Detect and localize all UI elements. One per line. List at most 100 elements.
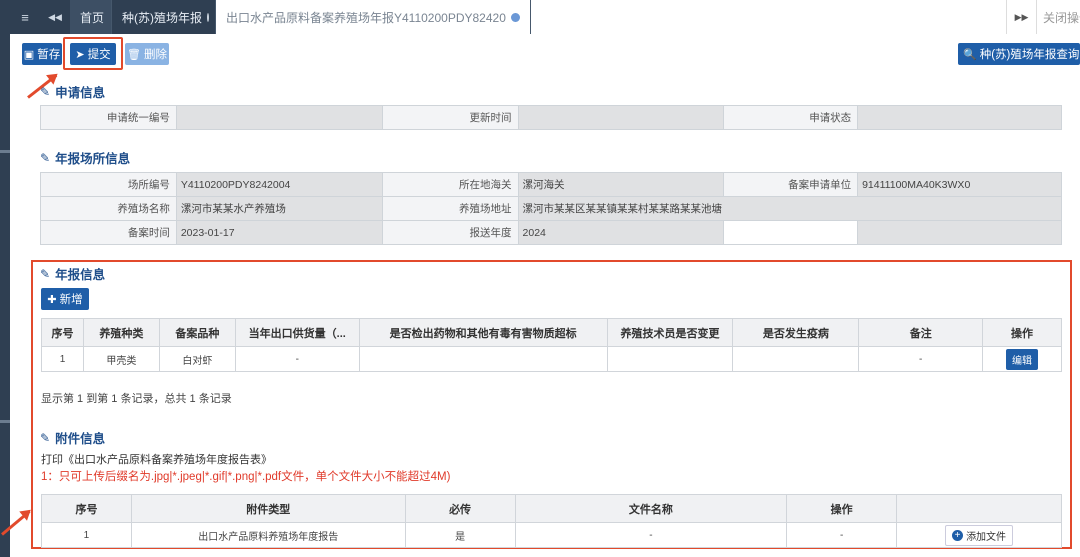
field-value [517, 105, 725, 130]
edit-icon: ✎ [40, 430, 51, 445]
cell-no: 1 [41, 346, 84, 372]
add-label: 新增 [59, 294, 83, 306]
add-file-label: 添加文件 [966, 531, 1007, 543]
field-label: 备案时间 [40, 220, 177, 245]
add-record-button[interactable]: ✚ 新增 [41, 288, 89, 310]
field-label: 备案申请单位 [723, 172, 859, 197]
tab-bar: ≡ ◀◀ 首页 种(苏)殖场年报 出口水产品原料备案养殖场年报Y4110200P… [10, 0, 1080, 34]
left-edge-strip [0, 0, 10, 557]
section-apply-info: ✎ 申请信息 [40, 82, 105, 101]
field-label: 更新时间 [381, 105, 519, 130]
cell-action: + 添加文件 [896, 522, 1062, 548]
table-row: 1 甲壳类 白对虾 - - 编辑 [41, 346, 1062, 372]
tab-home[interactable]: 首页 [70, 0, 112, 34]
col-header: 文件名称 [514, 494, 788, 523]
field-label: 所在地海关 [381, 172, 519, 197]
tab-prev-icon[interactable]: ◀◀ [40, 0, 70, 34]
field-value [857, 105, 1062, 130]
field-value: 91411100MA40K3WX0 [857, 172, 1062, 197]
cell-kind: 甲壳类 [82, 346, 160, 372]
tab-current-report[interactable]: 出口水产品原料备案养殖场年报Y4110200PDY8242004 [216, 0, 531, 34]
save-draft-button[interactable]: ▣ 暂存 [22, 43, 62, 65]
field-label: 申请状态 [723, 105, 859, 130]
save-icon: ▣ [23, 48, 35, 61]
field-label: 养殖场名称 [40, 196, 177, 221]
cell-no: 1 [41, 522, 132, 548]
menu-icon[interactable]: ≡ [10, 0, 40, 34]
section-title: 年报信息 [55, 268, 106, 282]
section-annual-info: ✎ 年报信息 [40, 264, 105, 283]
edit-icon: ✎ [40, 84, 51, 99]
field-label: 场所编号 [40, 172, 177, 197]
annual-report-query-button[interactable]: 🔍 种(苏)殖场年报查询 [958, 43, 1080, 65]
tab-label: 出口水产品原料备案养殖场年报Y4110200PDY8242004 [226, 10, 507, 25]
trash-icon: 🗑 [127, 48, 141, 61]
close-tabs-button[interactable]: 关闭操作 [1036, 0, 1080, 34]
cell-op: - [786, 522, 898, 548]
cell-drug [358, 346, 608, 372]
field-value: 漯河海关 [517, 172, 725, 197]
plus-icon: ✚ [47, 293, 57, 306]
tab-next-icon[interactable]: ▶▶ [1006, 0, 1036, 34]
search-icon: 🔍 [963, 48, 977, 61]
query-label: 种(苏)殖场年报查询 [979, 49, 1080, 61]
attachment-table: 序号 附件类型 必传 文件名称 操作 1 出口水产品原料养殖场年度报告 是 - … [41, 494, 1062, 548]
add-file-button[interactable]: + 添加文件 [945, 524, 1014, 546]
site-info-grid: 场所编号 Y4110200PDY8242004 所在地海关 漯河海关 备案申请单… [40, 172, 1063, 245]
edit-button[interactable]: 编辑 [1006, 348, 1039, 370]
field-value: 2023-01-17 [175, 220, 383, 245]
edge-mark [0, 150, 10, 153]
section-site-info: ✎ 年报场所信息 [40, 148, 130, 167]
table-row: 1 出口水产品原料养殖场年度报告 是 - - + 添加文件 [41, 522, 1062, 548]
col-header: 养殖技术员是否变更 [606, 318, 734, 347]
edit-icon: ✎ [40, 266, 51, 281]
tab-label: 种(苏)殖场年报 [122, 10, 202, 25]
table-header-row: 序号 附件类型 必传 文件名称 操作 [41, 494, 1062, 523]
field-label: 报送年度 [381, 220, 519, 245]
section-title: 申请信息 [55, 86, 106, 100]
cell-disease [732, 346, 860, 372]
section-attachment-info: ✎ 附件信息 [40, 428, 105, 447]
tab-close-icon[interactable] [511, 12, 520, 22]
print-report-link[interactable]: 打印《出口水产品原料备案养殖场年度报告表》 [41, 451, 272, 467]
col-header: 是否发生疫病 [732, 318, 860, 347]
col-header: 备案品种 [158, 318, 236, 347]
annual-table: 序号 养殖种类 备案品种 当年出口供货量（... 是否检出药物和其他有毒有害物质… [41, 318, 1062, 372]
cell-filename: - [514, 522, 788, 548]
col-header: 序号 [41, 494, 132, 523]
col-header: 序号 [41, 318, 84, 347]
empty-cell [857, 220, 1062, 245]
field-value: 漯河市某某区某某镇某某村某某路某某池塘 [517, 196, 1063, 221]
cell-type: 出口水产品原料养殖场年度报告 [130, 522, 406, 548]
section-title: 年报场所信息 [55, 152, 131, 166]
field-value: Y4110200PDY8242004 [175, 172, 383, 197]
col-header: 必传 [404, 494, 516, 523]
apply-info-grid: 申请统一编号 更新时间 申请状态 [40, 105, 1062, 130]
field-value: 2024 [517, 220, 725, 245]
col-header [896, 494, 1062, 523]
save-draft-label: 暂存 [37, 49, 61, 61]
edit-icon: ✎ [40, 150, 51, 165]
delete-label: 删除 [143, 49, 167, 61]
tab-annual-report[interactable]: 种(苏)殖场年报 [112, 0, 216, 34]
cell-supply: - [234, 346, 360, 372]
field-label: 申请统一编号 [40, 105, 177, 130]
col-header: 备注 [858, 318, 984, 347]
edge-mark [0, 420, 10, 423]
col-header: 操作 [786, 494, 898, 523]
tab-label: 首页 [80, 10, 105, 25]
empty-cell [723, 220, 859, 245]
section-title: 附件信息 [55, 432, 106, 446]
col-header: 当年出口供货量（... [234, 318, 360, 347]
cell-variety: 白对虾 [158, 346, 236, 372]
tab-close-icon[interactable] [207, 12, 209, 22]
col-header: 操作 [982, 318, 1062, 347]
cell-action: 编辑 [982, 346, 1062, 372]
cell-required: 是 [404, 522, 516, 548]
col-header: 是否检出药物和其他有毒有害物质超标 [358, 318, 608, 347]
delete-button[interactable]: 🗑 删除 [125, 43, 169, 65]
table-header-row: 序号 养殖种类 备案品种 当年出口供货量（... 是否检出药物和其他有毒有害物质… [41, 318, 1062, 347]
highlight-submit [63, 37, 123, 70]
field-value [175, 105, 383, 130]
tab-spacer [531, 0, 1006, 34]
